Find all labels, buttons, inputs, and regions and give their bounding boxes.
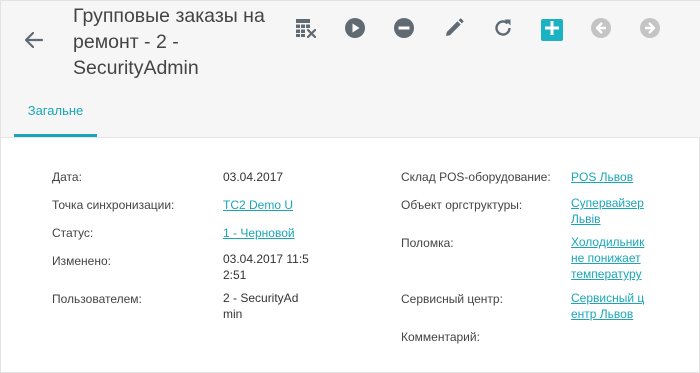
tab-bar: Загальне: [1, 83, 700, 138]
minus-circle-icon: [393, 17, 415, 44]
active-tab-indicator: [14, 134, 97, 137]
add-button[interactable]: [541, 19, 563, 41]
user-value: 2 - SecurityAdmin: [223, 291, 299, 321]
modified-value: 03.04.2017 11:52:51: [223, 252, 309, 282]
date-value: 03.04.2017: [223, 170, 284, 184]
service-center-link[interactable]: Сервисный центр Львов: [571, 290, 645, 322]
pos-warehouse-label: Склад POS-оборудование:: [401, 170, 551, 184]
comment-label: Комментарий:: [401, 330, 480, 344]
app-window: Групповые заказы на ремонт - 2 - Securit…: [0, 0, 700, 373]
status-label: Статус:: [52, 226, 94, 240]
refresh-button[interactable]: [492, 19, 514, 41]
back-button[interactable]: [19, 27, 49, 57]
table-remove-icon: [295, 18, 317, 43]
pos-warehouse-link[interactable]: POS Львов: [571, 169, 633, 185]
org-unit-label: Объект оргструктуры:: [401, 198, 523, 212]
run-button[interactable]: [344, 17, 366, 44]
next-record-button[interactable]: [639, 17, 661, 44]
breakdown-label: Поломка:: [401, 236, 454, 250]
org-unit-link[interactable]: Супервайзер Львів: [571, 195, 646, 227]
plus-square-icon: [541, 17, 563, 44]
breakdown-link[interactable]: Холодильник не понижает температуру: [571, 234, 646, 282]
user-label: Пользователем:: [52, 292, 142, 306]
refresh-icon: [492, 17, 514, 44]
pencil-icon: [443, 17, 465, 44]
clear-filter-button[interactable]: [295, 18, 317, 43]
modified-label: Изменено:: [52, 254, 111, 268]
delete-button[interactable]: [393, 17, 415, 44]
page-title: Групповые заказы на ремонт - 2 - Securit…: [73, 5, 265, 79]
date-label: Дата:: [52, 170, 82, 184]
status-link[interactable]: 1 - Черновой: [223, 225, 295, 241]
sync-point-link[interactable]: TC2 Demo U: [223, 197, 293, 213]
play-circle-icon: [344, 17, 366, 44]
service-center-label: Сервисный центр:: [401, 292, 503, 306]
arrow-right-circle-icon: [639, 17, 661, 44]
page-header: Групповые заказы на ремонт - 2 - Securit…: [1, 1, 700, 83]
edit-button[interactable]: [443, 17, 465, 44]
arrow-left-icon: [24, 31, 44, 54]
tab-general[interactable]: Загальне: [14, 83, 97, 138]
sync-point-label: Точка синхронизации:: [52, 198, 175, 212]
previous-record-button[interactable]: [590, 17, 612, 44]
arrow-left-circle-icon: [590, 17, 612, 44]
